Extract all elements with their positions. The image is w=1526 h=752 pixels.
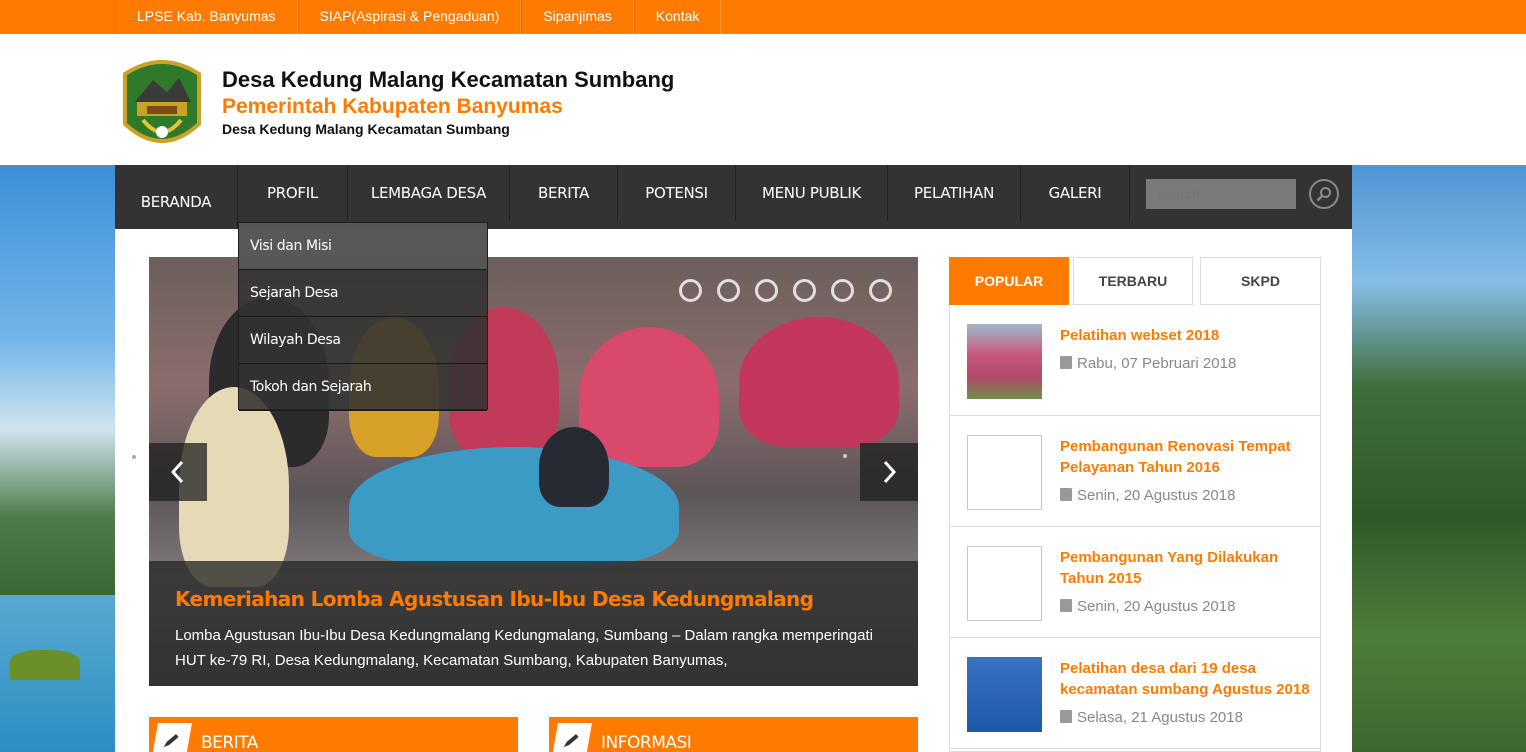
post-thumbnail[interactable] <box>967 324 1042 399</box>
main-nav: BERANDA PROFIL LEMBAGA DESA BERITA POTEN… <box>115 165 1352 229</box>
calendar-icon <box>1060 710 1072 723</box>
dropdown-item-wilayah-desa[interactable]: Wilayah Desa <box>239 317 487 364</box>
post-title[interactable]: Pelatihan webset 2018 <box>1060 325 1310 346</box>
list-item: Pembangunan Yang Dilakukan Tahun 2015 Se… <box>950 527 1320 638</box>
post-title[interactable]: Pembangunan Renovasi Tempat Pelayanan Ta… <box>1060 436 1310 478</box>
calendar-icon <box>1060 599 1072 612</box>
pencil-icon <box>552 723 592 752</box>
slider-dot[interactable] <box>793 279 816 302</box>
calendar-icon <box>1060 356 1072 369</box>
tab-skpd[interactable]: SKPD <box>1200 257 1321 305</box>
search-button[interactable] <box>1309 179 1339 209</box>
nav-item-berita[interactable]: BERITA <box>510 165 618 221</box>
slider-prev-button[interactable] <box>149 443 207 501</box>
section-title[interactable]: INFORMASI <box>601 733 692 752</box>
search-input[interactable] <box>1146 179 1296 209</box>
profil-dropdown-menu: Visi dan Misi Sejarah Desa Wilayah Desa … <box>238 222 488 411</box>
dropdown-item-tokoh-sejarah[interactable]: Tokoh dan Sejarah <box>239 364 487 411</box>
post-date: Senin, 20 Agustus 2018 <box>1060 598 1235 615</box>
logo[interactable] <box>113 54 211 160</box>
top-bar: LPSE Kab. Banyumas SIAP(Aspirasi & Penga… <box>0 0 1526 34</box>
nav-item-lembaga-desa[interactable]: LEMBAGA DESA <box>348 165 510 221</box>
slider-dot[interactable] <box>717 279 740 302</box>
sidebar-tabs: POPULAR TERBARU SKPD <box>949 257 1321 306</box>
slider-dot[interactable] <box>755 279 778 302</box>
topbar-link-sipanjimas[interactable]: Sipanjimas <box>522 0 632 32</box>
slider-next-button[interactable] <box>860 443 918 501</box>
post-date: Selasa, 21 Agustus 2018 <box>1060 709 1243 726</box>
list-item: Pelatihan desa dari 19 desa kecamatan su… <box>950 638 1320 749</box>
slide-caption: Kemeriahan Lomba Agustusan Ibu-Ibu Desa … <box>149 561 918 686</box>
pencil-icon <box>152 723 192 752</box>
chevron-left-icon <box>170 460 184 484</box>
nav-item-menu-publik[interactable]: MENU PUBLIK <box>736 165 888 221</box>
slider-bullet-right <box>843 454 847 458</box>
topbar-link-lpse[interactable]: LPSE Kab. Banyumas <box>116 0 297 32</box>
tab-popular[interactable]: POPULAR <box>949 257 1069 305</box>
site-description: Desa Kedung Malang Kecamatan Sumbang <box>222 121 510 137</box>
site-subtitle: Pemerintah Kabupaten Banyumas <box>222 95 563 118</box>
post-thumbnail[interactable] <box>967 546 1042 621</box>
popular-posts-list: Pelatihan webset 2018 Rabu, 07 Pebruari … <box>949 305 1321 752</box>
search-icon <box>1316 187 1331 202</box>
dropdown-item-visi-misi[interactable]: Visi dan Misi <box>239 223 487 270</box>
post-date: Senin, 20 Agustus 2018 <box>1060 487 1235 504</box>
section-header-berita: BERITA <box>149 717 518 752</box>
slider-dot[interactable] <box>869 279 892 302</box>
background-scenery-left <box>0 165 115 752</box>
site-header: Desa Kedung Malang Kecamatan Sumbang Pem… <box>0 34 1526 165</box>
slider-pagination <box>679 279 892 302</box>
calendar-icon <box>1060 488 1072 501</box>
background-scenery-right <box>1352 165 1526 752</box>
dropdown-item-sejarah-desa[interactable]: Sejarah Desa <box>239 270 487 317</box>
nav-item-galeri[interactable]: GALERI <box>1021 165 1130 221</box>
list-item: Pelatihan webset 2018 Rabu, 07 Pebruari … <box>950 305 1320 416</box>
post-date: Rabu, 07 Pebruari 2018 <box>1060 355 1236 372</box>
slider-bullet-left <box>132 455 136 459</box>
post-title[interactable]: Pembangunan Yang Dilakukan Tahun 2015 <box>1060 547 1310 589</box>
tab-terbaru[interactable]: TERBARU <box>1073 257 1193 305</box>
topbar-link-siap[interactable]: SIAP(Aspirasi & Pengaduan) <box>299 0 521 32</box>
post-title[interactable]: Pelatihan desa dari 19 desa kecamatan su… <box>1060 658 1310 700</box>
site-title[interactable]: Desa Kedung Malang Kecamatan Sumbang <box>222 67 674 93</box>
nav-item-beranda[interactable]: BERANDA <box>115 165 238 229</box>
nav-item-pelatihan[interactable]: PELATIHAN <box>888 165 1021 221</box>
section-title[interactable]: BERITA <box>201 733 258 752</box>
post-thumbnail[interactable] <box>967 657 1042 732</box>
section-header-informasi: INFORMASI <box>549 717 918 752</box>
post-thumbnail[interactable] <box>967 435 1042 510</box>
chevron-right-icon <box>883 460 897 484</box>
slider-dot[interactable] <box>679 279 702 302</box>
slider-dot[interactable] <box>831 279 854 302</box>
list-item: Pembangunan Renovasi Tempat Pelayanan Ta… <box>950 416 1320 527</box>
slide-excerpt: Lomba Agustusan Ibu-Ibu Desa Kedungmalan… <box>175 627 873 669</box>
nav-item-potensi[interactable]: POTENSI <box>618 165 736 221</box>
topbar-link-kontak[interactable]: Kontak <box>635 0 721 32</box>
slide-title[interactable]: Kemeriahan Lomba Agustusan Ibu-Ibu Desa … <box>175 587 814 611</box>
nav-item-profil[interactable]: PROFIL <box>238 165 348 221</box>
